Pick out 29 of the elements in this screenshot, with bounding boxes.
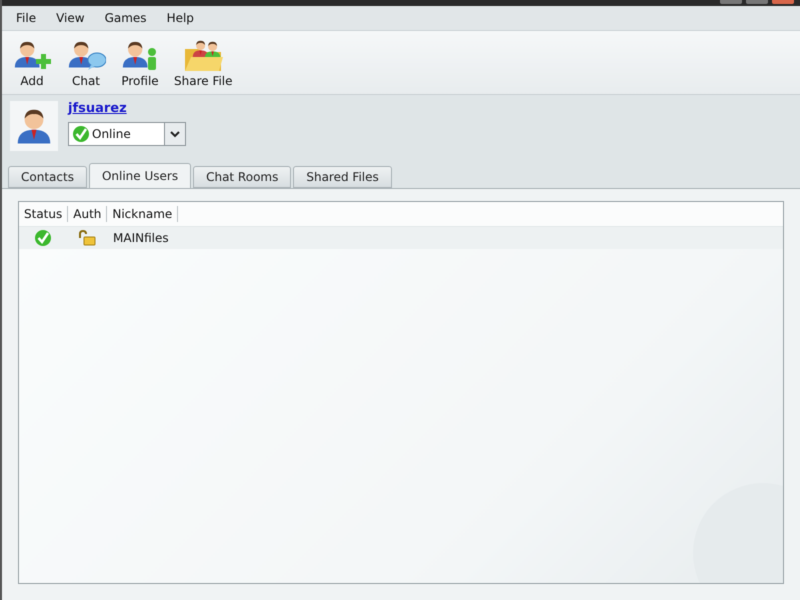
menu-item[interactable]: Games: [94, 11, 157, 25]
toolbar-button[interactable]: Share File: [172, 39, 235, 88]
user-avatar: [10, 101, 58, 151]
tab[interactable]: Online Users: [88, 163, 192, 188]
menu-item[interactable]: File: [6, 11, 46, 25]
close-button[interactable]: [772, 0, 794, 4]
column-header[interactable]: Status: [19, 206, 68, 222]
tab[interactable]: Chat Rooms: [193, 166, 292, 188]
open-padlock-icon: [77, 230, 97, 246]
online-check-icon: [34, 229, 52, 247]
list-row[interactable]: MAINfiles: [19, 227, 783, 249]
menu-item[interactable]: View: [46, 11, 95, 25]
minimize-button[interactable]: [720, 0, 742, 4]
toolbar-button[interactable]: Profile: [118, 39, 162, 88]
status-check-icon: [72, 125, 90, 143]
column-header[interactable]: Auth: [68, 206, 108, 222]
toolbar-button[interactable]: Chat: [64, 39, 108, 88]
username-link[interactable]: jfsuarez: [68, 101, 186, 116]
person-chat-icon: [66, 39, 106, 73]
folder-people-icon: [183, 39, 224, 73]
column-header[interactable]: Nickname: [107, 206, 178, 222]
nickname-text: MAINfiles: [112, 231, 169, 245]
maximize-button[interactable]: [746, 0, 768, 4]
tab[interactable]: Shared Files: [293, 166, 392, 188]
chevron-down-icon: [170, 130, 180, 138]
menu-item[interactable]: Help: [156, 11, 204, 25]
toolbar-button[interactable]: Add: [10, 39, 54, 88]
status-dropdown[interactable]: Online: [68, 122, 186, 146]
tab[interactable]: Contacts: [8, 166, 87, 188]
